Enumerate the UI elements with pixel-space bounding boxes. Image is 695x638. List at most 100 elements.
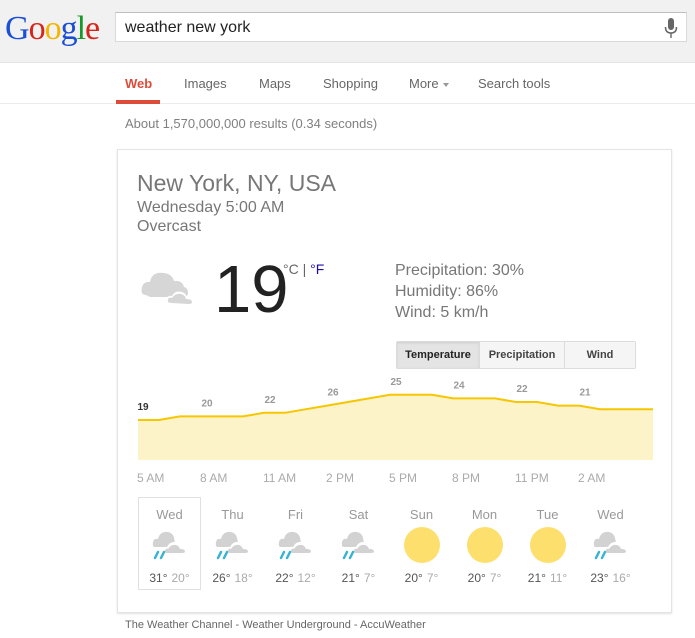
condition: Overcast [137,218,202,235]
day-name: Wed [597,507,624,522]
caret-down-icon [442,82,449,87]
high-temp: 22° [275,571,294,585]
forecast-day[interactable]: Wed 23° 16° [579,497,642,590]
sunny-icon [530,527,566,563]
celsius-unit: °C [283,261,299,277]
hour-tick-label: 5 PM [389,471,418,485]
day-name: Thu [221,507,244,522]
search-box[interactable] [115,12,687,42]
low-temp: 18° [234,571,253,585]
tab-more[interactable]: More [409,76,449,91]
chart-data-label: 22 [516,384,528,395]
unit-separator: | [298,261,311,277]
rain-cloud-icon [278,527,314,563]
chart-mode-tabs: Temperature Precipitation Wind [396,341,636,369]
search-tools-button[interactable]: Search tools [478,76,550,91]
hour-tick-label: 8 AM [200,471,228,485]
forecast-day[interactable]: Mon 20° 7° [453,497,516,590]
day-temps: 26° 18° [202,571,263,585]
high-temp: 31° [149,571,168,585]
day-name: Mon [471,507,498,522]
day-name: Sat [348,507,369,522]
search-nav: Web Images Maps Shopping More Search too… [0,63,695,104]
rain-cloud-icon [341,527,377,563]
logo-letter: o [28,10,46,47]
rain-cloud-icon [593,527,629,563]
forecast-day[interactable]: Tue 21° 11° [516,497,579,590]
logo-letter: g [60,10,78,47]
location-title[interactable]: New York, NY, USA [137,170,336,197]
low-temp: 20° [171,571,190,585]
high-temp: 21° [527,571,546,585]
forecast-day[interactable]: Fri 22° 12° [264,497,327,590]
chart-data-label: 24 [453,380,465,391]
result-stats: About 1,570,000,000 results (0.34 second… [125,116,378,131]
chart-data-label: 22 [264,395,276,406]
forecast-day[interactable]: Wed 31° 20° [138,497,201,590]
day-name: Wed [156,507,183,522]
hour-tick-label: 11 PM [515,471,549,485]
high-temp: 20° [467,571,486,585]
tab-more-label: More [409,76,439,91]
day-name: Fri [287,507,304,522]
tab-temperature[interactable]: Temperature [397,342,480,368]
day-name: Tue [536,507,559,522]
search-input[interactable] [125,18,645,38]
low-temp: 12° [297,571,316,585]
hour-tick-label: 8 PM [452,471,481,485]
hour-tick-label: 2 AM [578,471,606,485]
tab-web[interactable]: Web [125,76,152,91]
sunny-icon [467,527,503,563]
high-temp: 23° [590,571,609,585]
google-logo[interactable]: Google [5,9,100,49]
low-temp: 7° [363,571,376,585]
low-temp: 7° [489,571,502,585]
day-name: Sun [409,507,434,522]
hour-tick-label: 2 PM [326,471,355,485]
tab-precipitation[interactable]: Precipitation [480,342,565,368]
chart-data-label: 21 [579,388,591,399]
day-temps: 21° 11° [517,571,578,585]
humidity: Humidity: 86% [395,283,499,300]
logo-letter: G [5,10,30,47]
chart-data-label: 26 [327,388,339,399]
microphone-icon[interactable] [664,18,678,38]
active-tab-indicator [116,100,160,104]
high-temp: 21° [341,571,360,585]
tab-wind[interactable]: Wind [565,342,635,368]
fahrenheit-link[interactable]: °F [310,261,324,277]
chart-data-label: 19 [137,402,149,413]
hour-tick-label: 11 AM [263,471,297,485]
forecast-day[interactable]: Sat 21° 7° [327,497,390,590]
weather-details: Precipitation: 30% Humidity: 86% Wind: 5… [395,260,524,323]
high-temp: 20° [404,571,423,585]
temperature-area [138,394,653,460]
rain-cloud-icon [152,527,188,563]
weather-sources[interactable]: The Weather Channel - Weather Undergroun… [125,619,426,631]
weather-card: New York, NY, USA Wednesday 5:00 AM Over… [117,149,672,613]
chart-data-label: 25 [390,377,402,388]
day-temps: 20° 7° [454,571,515,585]
day-temps: 22° 12° [265,571,326,585]
header-bar: Google [0,0,695,63]
tab-maps[interactable]: Maps [259,76,291,91]
day-temps: 23° 16° [580,571,641,585]
day-temps: 20° 7° [391,571,452,585]
forecast-day[interactable]: Sun 20° 7° [390,497,453,590]
hour-tick-label: 5 AM [137,471,165,485]
current-temperature: 19 [214,252,289,327]
wind: Wind: 5 km/h [395,304,489,321]
low-temp: 7° [426,571,439,585]
tab-shopping[interactable]: Shopping [323,76,378,91]
chart-data-label: 20 [201,398,213,409]
day-temps: 31° 20° [139,571,200,585]
precipitation: Precipitation: 30% [395,262,524,279]
logo-letter: o [44,10,62,47]
logo-letter: e [85,10,100,47]
high-temp: 26° [212,571,231,585]
forecast-day[interactable]: Thu 26° 18° [201,497,264,590]
logo-letter: l [76,10,87,47]
tab-images[interactable]: Images [184,76,227,91]
day-temps: 21° 7° [328,571,389,585]
unit-toggle: °C | °F [283,261,324,277]
